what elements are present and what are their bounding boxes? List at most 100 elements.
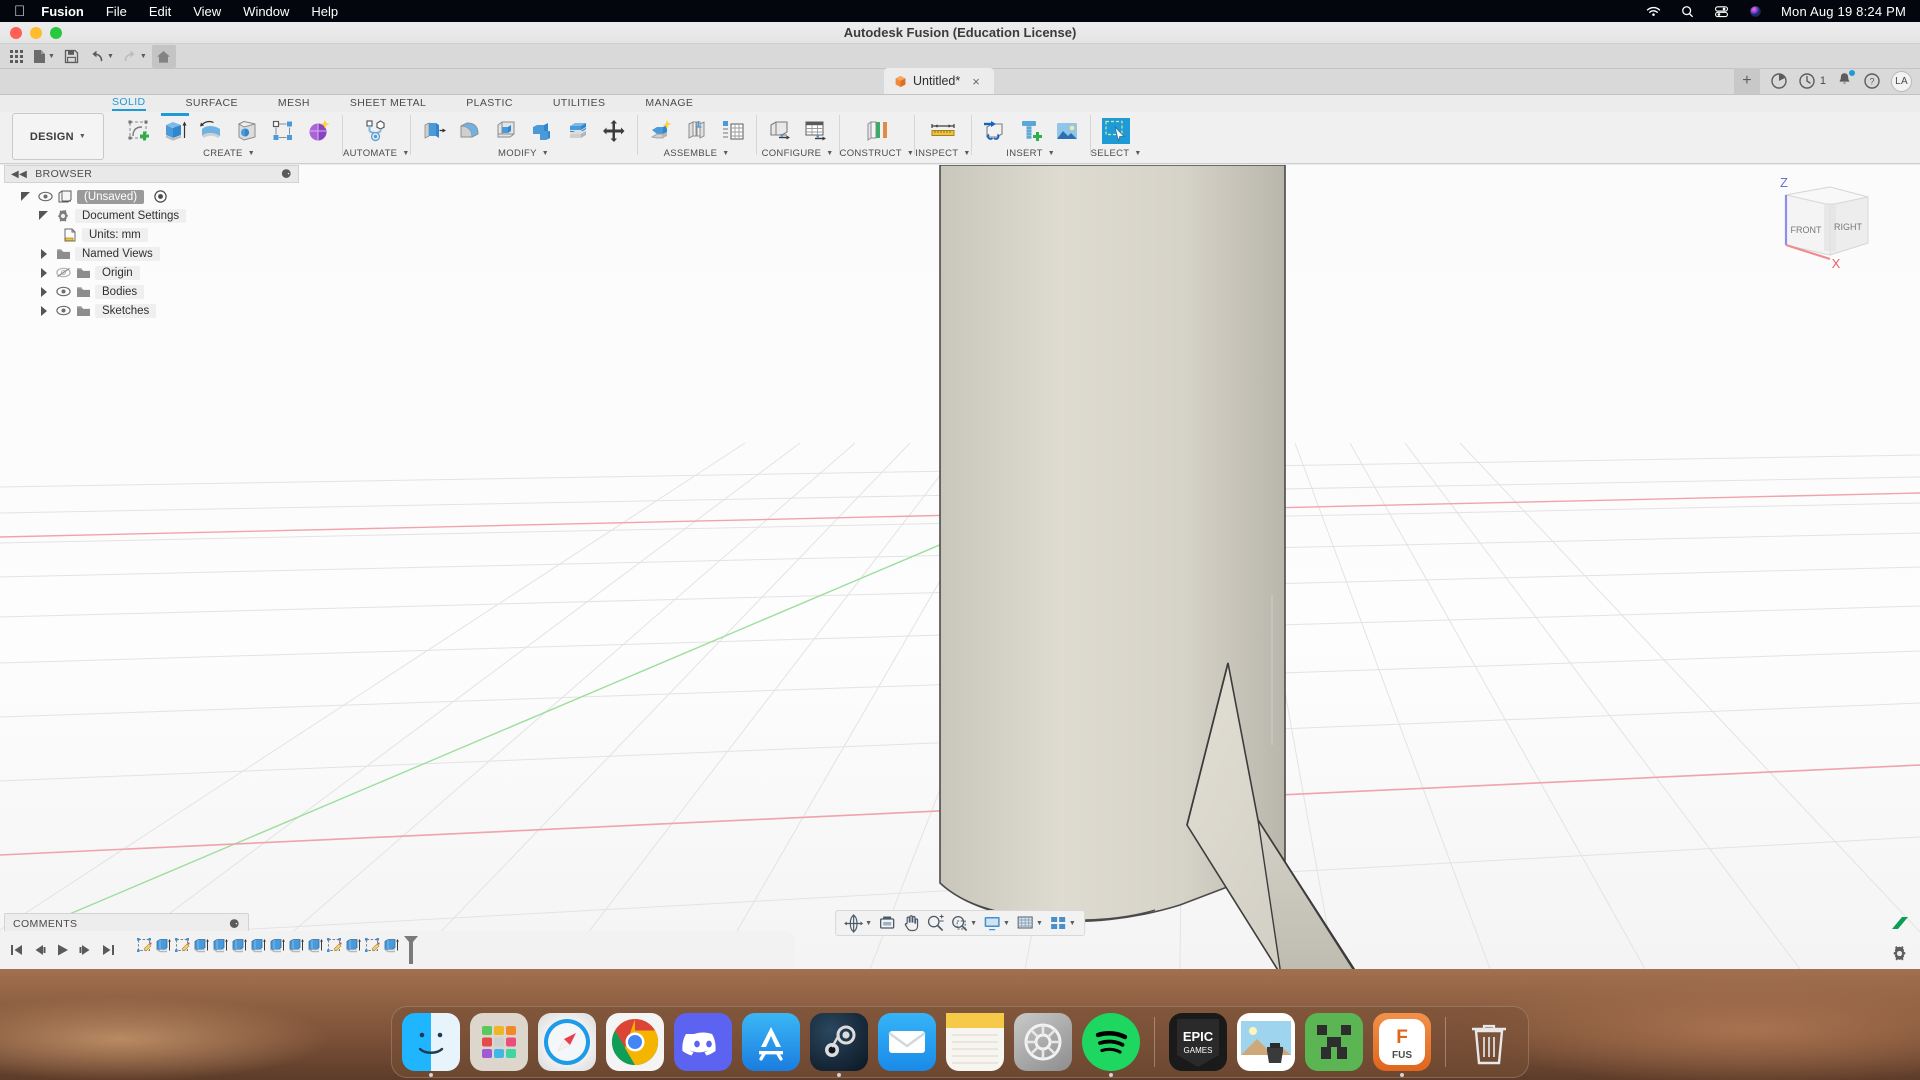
minus-circle-icon[interactable]: ⚈ [281, 167, 292, 181]
undo-button[interactable]: ▼ [86, 45, 117, 68]
offset-plane-button[interactable] [860, 114, 894, 148]
display-settings-button[interactable]: ▼ [981, 911, 1012, 935]
pan-button[interactable] [900, 911, 922, 935]
ribbon-group-label-inspect[interactable]: INSPECT ▼ [915, 148, 971, 159]
settings-gear-icon[interactable] [1891, 945, 1908, 962]
visibility-eye-icon[interactable] [37, 191, 53, 202]
menu-item-window[interactable]: Window [243, 4, 289, 19]
avatar[interactable]: LA [1891, 70, 1912, 92]
dock-item-minecraft[interactable] [1305, 1013, 1363, 1071]
apple-logo-icon[interactable]:  [14, 4, 25, 19]
dock-item-steam[interactable] [810, 1013, 868, 1077]
timeline-feature-extrude[interactable] [211, 937, 230, 963]
create-sketch-button[interactable] [122, 114, 156, 148]
view-cube[interactable]: FRONT RIGHT Z X [1768, 167, 1878, 277]
zoom-button[interactable] [924, 911, 946, 935]
ribbon-group-label-configure[interactable]: CONFIGURE ▼ [762, 148, 834, 159]
twisty-collapsed-icon[interactable] [36, 248, 51, 259]
menu-item-view[interactable]: View [193, 4, 221, 19]
select-button[interactable] [1099, 114, 1133, 148]
recent-activity-icon[interactable] [1798, 72, 1816, 90]
menu-item-help[interactable]: Help [311, 4, 338, 19]
3d-viewport[interactable]: ◀◀ BROWSER ⚈ (Unsaved) Document Settings… [0, 165, 1920, 969]
twisty-collapsed-icon[interactable] [36, 286, 51, 297]
dock-item-mail[interactable] [878, 1013, 936, 1071]
file-menu-button[interactable]: ▼ [30, 45, 58, 68]
menu-item-edit[interactable]: Edit [149, 4, 171, 19]
insert-mcmaster-button[interactable] [1014, 114, 1048, 148]
timeline-feature-sketch[interactable] [135, 937, 154, 963]
fillet-button[interactable] [453, 114, 487, 148]
configure-table-button[interactable] [799, 114, 833, 148]
dock-item-safari[interactable] [538, 1013, 596, 1071]
timeline-feature-extrude[interactable] [306, 937, 325, 963]
zoom-window-button[interactable]: ▼ [948, 911, 979, 935]
measure-button[interactable] [926, 114, 960, 148]
dock-item-finder[interactable] [402, 1013, 460, 1077]
browser-node-document-settings[interactable]: Document Settings [4, 206, 299, 225]
help-icon[interactable]: ? [1863, 72, 1881, 90]
rectangular-pattern-button[interactable] [266, 114, 300, 148]
orbit-button[interactable]: ▼ [842, 911, 874, 935]
wifi-icon[interactable] [1645, 4, 1662, 19]
dock-item-app-store[interactable] [742, 1013, 800, 1071]
hole-button[interactable] [230, 114, 264, 148]
ribbon-group-label-automate[interactable]: AUTOMATE ▼ [343, 148, 410, 159]
show-data-panel-button[interactable] [4, 45, 28, 68]
timeline-feature-extrude[interactable] [344, 937, 363, 963]
dock-item-fusion[interactable]: F FUS [1373, 1013, 1431, 1077]
ribbon-tab-plastic[interactable]: PLASTIC [466, 97, 513, 110]
ribbon-group-label-assemble[interactable]: ASSEMBLE ▼ [664, 148, 730, 159]
configure-model-button[interactable] [763, 114, 797, 148]
plus-circle-icon[interactable]: ⚈ [229, 917, 240, 931]
timeline-feature-sketch[interactable] [363, 937, 382, 963]
insert-derive-button[interactable] [978, 114, 1012, 148]
viewports-button[interactable]: ▼ [1047, 911, 1078, 935]
browser-node-named-views[interactable]: Named Views [4, 244, 299, 263]
ribbon-group-label-modify[interactable]: MODIFY ▼ [498, 148, 549, 159]
dock-item-system-settings[interactable] [1014, 1013, 1072, 1071]
search-icon[interactable] [1679, 4, 1696, 19]
visibility-eye-icon[interactable] [55, 305, 71, 316]
shell-button[interactable] [489, 114, 523, 148]
siri-icon[interactable] [1747, 4, 1764, 19]
menu-item-fusion[interactable]: Fusion [41, 4, 84, 19]
look-at-button[interactable] [876, 911, 898, 935]
dock-item-chrome[interactable] [606, 1013, 664, 1071]
job-status-icon[interactable] [1770, 72, 1788, 90]
grid-snaps-button[interactable]: ▼ [1014, 911, 1045, 935]
ribbon-group-label-create[interactable]: CREATE ▼ [203, 148, 255, 159]
menu-bar-clock[interactable]: Mon Aug 19 8:24 PM [1781, 4, 1906, 19]
timeline-feature-extrude[interactable] [382, 937, 401, 963]
twisty-collapsed-icon[interactable] [36, 305, 51, 316]
go-to-beginning-button[interactable] [6, 938, 26, 962]
ribbon-tab-solid[interactable]: SOLID [112, 96, 146, 111]
dock-item-epic-games[interactable]: EPIC GAMES [1169, 1013, 1227, 1071]
timeline-feature-extrude[interactable] [268, 937, 287, 963]
timeline-feature-extrude[interactable] [154, 937, 173, 963]
ribbon-tab-sheet-metal[interactable]: SHEET METAL [350, 97, 426, 110]
joint-button[interactable] [680, 114, 714, 148]
redo-button[interactable]: ▼ [119, 45, 150, 68]
ribbon-group-label-select[interactable]: SELECT ▼ [1091, 148, 1142, 159]
ribbon-tab-manage[interactable]: MANAGE [645, 97, 693, 110]
visibility-eye-hidden-icon[interactable] [55, 267, 71, 278]
extrude-button[interactable] [158, 112, 192, 148]
browser-node-bodies[interactable]: Bodies [4, 282, 299, 301]
timeline-feature-sketch[interactable] [173, 937, 192, 963]
document-tab-untitled[interactable]: Untitled* × [884, 68, 994, 94]
twisty-expanded-icon[interactable] [18, 192, 33, 201]
dock-item-launchpad[interactable] [470, 1013, 528, 1071]
go-to-end-button[interactable] [98, 938, 118, 962]
ribbon-group-label-construct[interactable]: CONSTRUCT ▼ [840, 148, 915, 159]
browser-node-sketches[interactable]: Sketches [4, 301, 299, 320]
dock-item-notes[interactable] [946, 1013, 1004, 1071]
visibility-eye-icon[interactable] [55, 286, 71, 297]
timeline-feature-extrude[interactable] [249, 937, 268, 963]
save-button[interactable] [60, 45, 84, 68]
activate-component-icon[interactable] [154, 190, 167, 203]
new-tab-button[interactable]: + [1733, 68, 1760, 94]
twisty-expanded-icon[interactable] [36, 211, 51, 220]
revolve-button[interactable] [194, 114, 228, 148]
create-form-button[interactable] [302, 114, 336, 148]
